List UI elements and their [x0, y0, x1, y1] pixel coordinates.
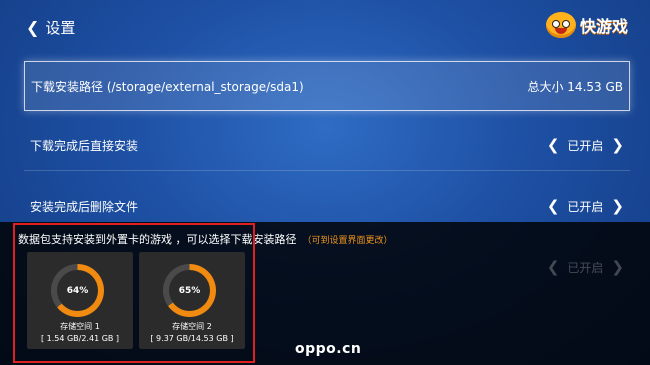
hidden-setting-value: 已开启	[567, 260, 604, 275]
storage-card-1[interactable]: 64% 存储空间 1 [ 1.54 GB/2.41 GB ]	[27, 252, 133, 349]
divider	[24, 170, 630, 171]
storage-name: 存储空间 1	[60, 322, 100, 331]
usage-percent: 64%	[57, 270, 98, 311]
header: ❮ 设置 快游戏	[0, 0, 650, 56]
app-logo: 快游戏	[545, 12, 628, 38]
page-title: 设置	[45, 19, 76, 37]
delete-after-install-label: 安装完成后删除文件	[30, 199, 139, 214]
storage-size: [ 9.37 GB/14.53 GB ]	[150, 334, 234, 343]
popup-title: 数据包支持安装到外置卡的游戏 ，可以选择下载安装路径 （可到设置界面更改）	[18, 231, 393, 247]
storage-name: 存储空间 2	[172, 322, 212, 331]
game-mascot-icon	[545, 12, 576, 38]
popup-hint: （可到设置界面更改）	[302, 236, 393, 246]
chevron-right-icon[interactable]: ❯	[611, 198, 624, 214]
usage-ring: 65%	[163, 264, 216, 317]
download-path-row[interactable]: 下载安装路径 (/storage/external_storage/sda1) …	[24, 61, 630, 111]
logo-text: 快游戏	[579, 17, 628, 36]
chevron-right-icon[interactable]: ❯	[611, 137, 624, 153]
storage-size: [ 1.54 GB/2.41 GB ]	[40, 334, 120, 343]
chevron-left-icon[interactable]: ❮	[547, 137, 560, 153]
back-button[interactable]: ❮ 设置	[26, 17, 75, 38]
watermark: oppo.cn	[295, 341, 362, 357]
delete-after-install-value: 已开启	[567, 199, 604, 214]
auto-install-row[interactable]: 下载完成后直接安装 ❮ 已开启 ❯	[24, 122, 630, 168]
auto-install-value: 已开启	[567, 138, 604, 153]
chevron-left-icon[interactable]: ❮	[547, 198, 560, 214]
popup-title-text: 数据包支持安装到外置卡的游戏 ，可以选择下载安装路径	[18, 233, 297, 246]
total-size: 总大小 14.53 GB	[527, 79, 623, 94]
auto-install-label: 下载完成后直接安装	[30, 138, 139, 153]
storage-card-2[interactable]: 65% 存储空间 2 [ 9.37 GB/14.53 GB ]	[139, 252, 245, 349]
chevron-right-icon: ❯	[611, 257, 624, 276]
usage-ring: 64%	[51, 264, 104, 317]
download-path-label: 下载安装路径 (/storage/external_storage/sda1)	[31, 79, 304, 94]
usage-percent: 65%	[169, 270, 210, 311]
chevron-left-icon: ❮	[26, 17, 40, 37]
chevron-left-icon: ❮	[546, 257, 560, 276]
